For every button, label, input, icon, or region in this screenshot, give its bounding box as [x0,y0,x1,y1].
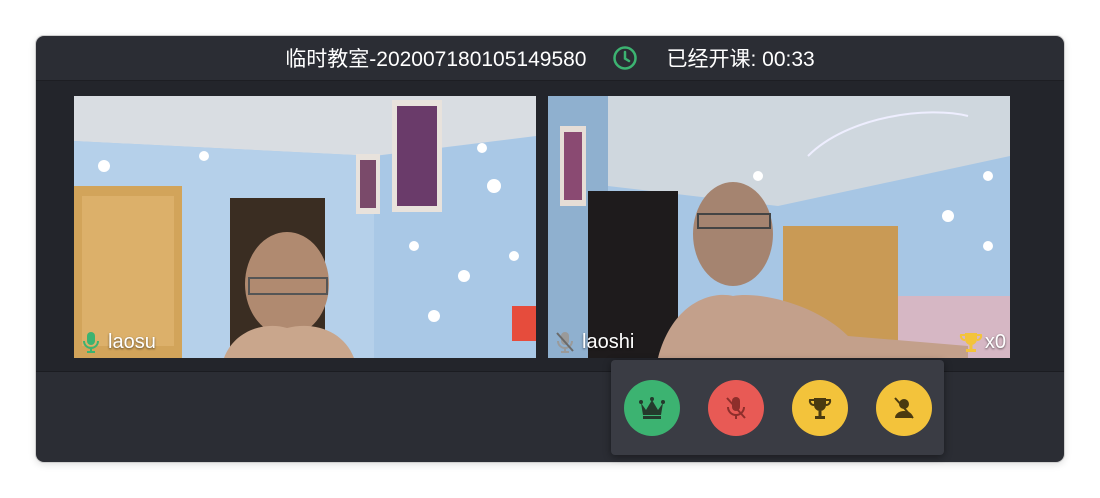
elapsed-time: 已经开课: 00:33 [666,48,815,71]
title-bar: 临时教室-202007180105149580 已经开课: 00:33 [36,36,1064,81]
room-title: 临时教室-202007180105149580 [285,48,587,71]
person-off-icon [894,397,914,419]
participant-name: laoshi [582,330,635,353]
participant-label: laosu [80,330,156,354]
clock-icon [613,46,638,70]
remove-participant-button[interactable] [876,380,932,436]
trophy-icon [808,398,832,419]
mic-muted-icon [556,332,574,353]
video-tile-laoshi[interactable]: laoshi x0 [548,96,1010,358]
trophy-icon [959,333,982,352]
mic-active-icon [83,332,99,353]
video-feed [74,96,536,358]
crown-icon [639,397,665,419]
crown-button[interactable] [624,380,680,436]
participant-label: laoshi [554,330,634,354]
video-tile-laosu[interactable]: laosu [74,96,536,358]
mute-button[interactable] [708,380,764,436]
participant-action-menu [611,360,944,455]
trophy-count-value: x0 [984,330,1006,353]
trophy-counter: x0 [959,330,1006,354]
trophy-button[interactable] [792,380,848,436]
mic-off-icon [726,397,746,419]
participant-name: laosu [108,330,156,353]
video-feed [548,96,1010,358]
video-stage: laosu laoshi x0 [36,81,1064,372]
